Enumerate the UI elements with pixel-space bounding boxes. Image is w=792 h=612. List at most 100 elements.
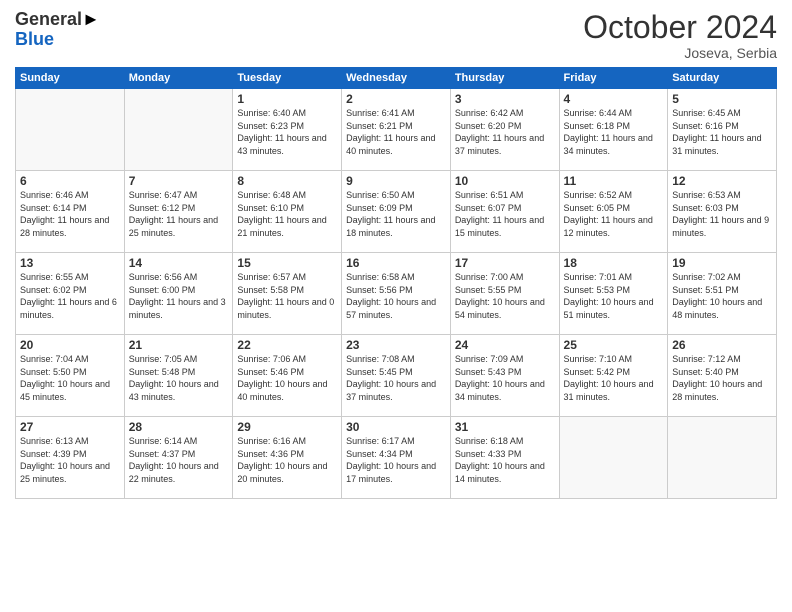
day-info: Sunrise: 7:00 AM Sunset: 5:55 PM Dayligh… [455,271,555,321]
calendar-cell [16,89,125,171]
calendar-cell: 14Sunrise: 6:56 AM Sunset: 6:00 PM Dayli… [124,253,233,335]
calendar: Sunday Monday Tuesday Wednesday Thursday… [15,67,777,499]
calendar-cell: 29Sunrise: 6:16 AM Sunset: 4:36 PM Dayli… [233,417,342,499]
logo-blue-text: Blue [15,30,100,50]
calendar-cell: 6Sunrise: 6:46 AM Sunset: 6:14 PM Daylig… [16,171,125,253]
day-number: 3 [455,92,555,106]
day-number: 8 [237,174,337,188]
calendar-week-row: 27Sunrise: 6:13 AM Sunset: 4:39 PM Dayli… [16,417,777,499]
header: General► Blue October 2024 Joseva, Serbi… [15,10,777,61]
calendar-cell [668,417,777,499]
page: General► Blue October 2024 Joseva, Serbi… [0,0,792,612]
logo-text: General► [15,10,100,30]
day-number: 20 [20,338,120,352]
day-info: Sunrise: 6:42 AM Sunset: 6:20 PM Dayligh… [455,107,555,157]
header-friday: Friday [559,68,668,89]
calendar-cell: 23Sunrise: 7:08 AM Sunset: 5:45 PM Dayli… [342,335,451,417]
day-number: 30 [346,420,446,434]
calendar-body: 1Sunrise: 6:40 AM Sunset: 6:23 PM Daylig… [16,89,777,499]
day-number: 12 [672,174,772,188]
calendar-cell: 21Sunrise: 7:05 AM Sunset: 5:48 PM Dayli… [124,335,233,417]
day-number: 27 [20,420,120,434]
day-number: 26 [672,338,772,352]
day-info: Sunrise: 6:57 AM Sunset: 5:58 PM Dayligh… [237,271,337,321]
day-info: Sunrise: 7:12 AM Sunset: 5:40 PM Dayligh… [672,353,772,403]
day-info: Sunrise: 6:50 AM Sunset: 6:09 PM Dayligh… [346,189,446,239]
day-info: Sunrise: 7:05 AM Sunset: 5:48 PM Dayligh… [129,353,229,403]
day-info: Sunrise: 6:56 AM Sunset: 6:00 PM Dayligh… [129,271,229,321]
header-sunday: Sunday [16,68,125,89]
day-number: 7 [129,174,229,188]
calendar-cell: 12Sunrise: 6:53 AM Sunset: 6:03 PM Dayli… [668,171,777,253]
day-number: 21 [129,338,229,352]
calendar-cell: 4Sunrise: 6:44 AM Sunset: 6:18 PM Daylig… [559,89,668,171]
day-info: Sunrise: 6:14 AM Sunset: 4:37 PM Dayligh… [129,435,229,485]
calendar-header: Sunday Monday Tuesday Wednesday Thursday… [16,68,777,89]
calendar-cell [559,417,668,499]
calendar-cell: 24Sunrise: 7:09 AM Sunset: 5:43 PM Dayli… [450,335,559,417]
day-number: 25 [564,338,664,352]
day-info: Sunrise: 6:51 AM Sunset: 6:07 PM Dayligh… [455,189,555,239]
day-number: 1 [237,92,337,106]
calendar-cell: 13Sunrise: 6:55 AM Sunset: 6:02 PM Dayli… [16,253,125,335]
day-number: 15 [237,256,337,270]
calendar-cell: 10Sunrise: 6:51 AM Sunset: 6:07 PM Dayli… [450,171,559,253]
day-number: 19 [672,256,772,270]
calendar-cell: 19Sunrise: 7:02 AM Sunset: 5:51 PM Dayli… [668,253,777,335]
calendar-cell: 26Sunrise: 7:12 AM Sunset: 5:40 PM Dayli… [668,335,777,417]
calendar-week-row: 6Sunrise: 6:46 AM Sunset: 6:14 PM Daylig… [16,171,777,253]
header-saturday: Saturday [668,68,777,89]
day-number: 18 [564,256,664,270]
day-info: Sunrise: 7:04 AM Sunset: 5:50 PM Dayligh… [20,353,120,403]
calendar-cell: 7Sunrise: 6:47 AM Sunset: 6:12 PM Daylig… [124,171,233,253]
calendar-cell: 27Sunrise: 6:13 AM Sunset: 4:39 PM Dayli… [16,417,125,499]
calendar-cell [124,89,233,171]
day-number: 31 [455,420,555,434]
calendar-cell: 18Sunrise: 7:01 AM Sunset: 5:53 PM Dayli… [559,253,668,335]
day-number: 28 [129,420,229,434]
calendar-cell: 9Sunrise: 6:50 AM Sunset: 6:09 PM Daylig… [342,171,451,253]
calendar-cell: 28Sunrise: 6:14 AM Sunset: 4:37 PM Dayli… [124,417,233,499]
weekday-header-row: Sunday Monday Tuesday Wednesday Thursday… [16,68,777,89]
day-number: 17 [455,256,555,270]
day-number: 4 [564,92,664,106]
day-info: Sunrise: 6:40 AM Sunset: 6:23 PM Dayligh… [237,107,337,157]
calendar-cell: 3Sunrise: 6:42 AM Sunset: 6:20 PM Daylig… [450,89,559,171]
day-number: 9 [346,174,446,188]
calendar-cell: 25Sunrise: 7:10 AM Sunset: 5:42 PM Dayli… [559,335,668,417]
day-info: Sunrise: 6:46 AM Sunset: 6:14 PM Dayligh… [20,189,120,239]
calendar-cell: 16Sunrise: 6:58 AM Sunset: 5:56 PM Dayli… [342,253,451,335]
calendar-cell: 20Sunrise: 7:04 AM Sunset: 5:50 PM Dayli… [16,335,125,417]
day-number: 2 [346,92,446,106]
day-info: Sunrise: 6:18 AM Sunset: 4:33 PM Dayligh… [455,435,555,485]
calendar-cell: 31Sunrise: 6:18 AM Sunset: 4:33 PM Dayli… [450,417,559,499]
day-info: Sunrise: 6:48 AM Sunset: 6:10 PM Dayligh… [237,189,337,239]
header-thursday: Thursday [450,68,559,89]
logo-blue: Blue [15,29,54,49]
day-number: 16 [346,256,446,270]
day-info: Sunrise: 6:45 AM Sunset: 6:16 PM Dayligh… [672,107,772,157]
day-info: Sunrise: 6:55 AM Sunset: 6:02 PM Dayligh… [20,271,120,321]
header-wednesday: Wednesday [342,68,451,89]
day-number: 10 [455,174,555,188]
day-info: Sunrise: 7:02 AM Sunset: 5:51 PM Dayligh… [672,271,772,321]
day-info: Sunrise: 7:10 AM Sunset: 5:42 PM Dayligh… [564,353,664,403]
calendar-cell: 11Sunrise: 6:52 AM Sunset: 6:05 PM Dayli… [559,171,668,253]
day-info: Sunrise: 7:08 AM Sunset: 5:45 PM Dayligh… [346,353,446,403]
logo: General► Blue [15,10,100,50]
month-title: October 2024 [583,10,777,45]
day-number: 23 [346,338,446,352]
day-info: Sunrise: 7:09 AM Sunset: 5:43 PM Dayligh… [455,353,555,403]
day-number: 11 [564,174,664,188]
calendar-cell: 8Sunrise: 6:48 AM Sunset: 6:10 PM Daylig… [233,171,342,253]
calendar-week-row: 1Sunrise: 6:40 AM Sunset: 6:23 PM Daylig… [16,89,777,171]
day-info: Sunrise: 7:01 AM Sunset: 5:53 PM Dayligh… [564,271,664,321]
day-number: 5 [672,92,772,106]
day-number: 13 [20,256,120,270]
header-tuesday: Tuesday [233,68,342,89]
calendar-cell: 5Sunrise: 6:45 AM Sunset: 6:16 PM Daylig… [668,89,777,171]
day-number: 22 [237,338,337,352]
day-info: Sunrise: 6:13 AM Sunset: 4:39 PM Dayligh… [20,435,120,485]
calendar-cell: 17Sunrise: 7:00 AM Sunset: 5:55 PM Dayli… [450,253,559,335]
logo-general: General [15,9,82,29]
